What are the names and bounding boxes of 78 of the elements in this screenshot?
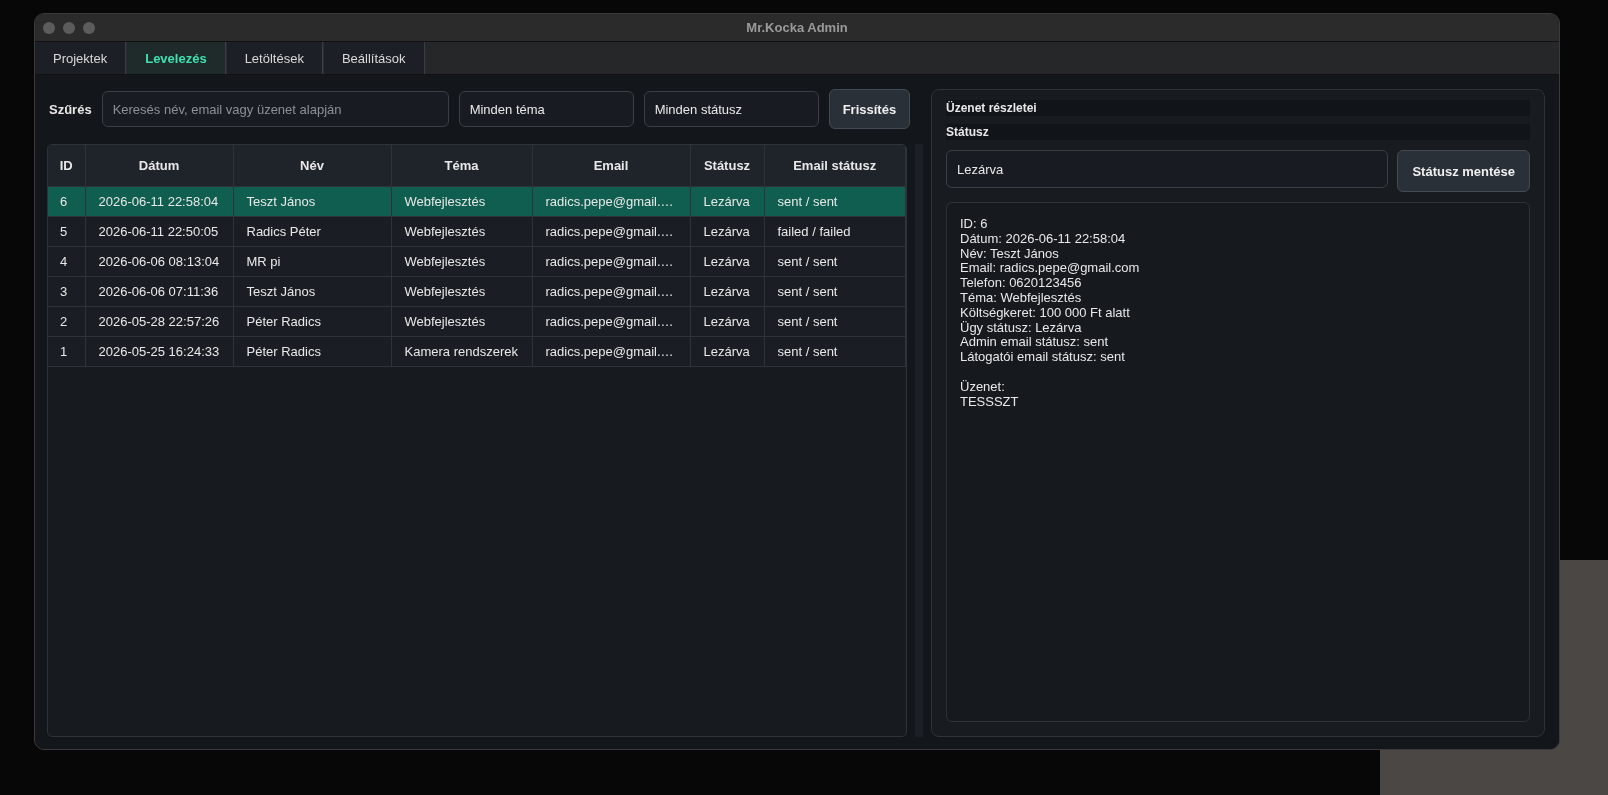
detail-line: Látogatói email státusz: sent bbox=[960, 349, 1125, 365]
detail-line: Téma: Webfejlesztés bbox=[960, 290, 1082, 305]
table-cell[interactable]: radics.pepe@gmail.… bbox=[532, 336, 690, 367]
details-title: Üzenet részletei bbox=[946, 101, 1037, 115]
column-header[interactable]: Email státusz bbox=[764, 145, 906, 187]
table-cell[interactable]: radics.pepe@gmail.… bbox=[532, 306, 690, 337]
table-cell[interactable]: radics.pepe@gmail.… bbox=[532, 246, 690, 277]
message-text: TESSSZT bbox=[960, 393, 1019, 409]
tab[interactable]: Levelezés bbox=[126, 42, 226, 74]
table-cell[interactable]: radics.pepe@gmail.… bbox=[532, 216, 690, 247]
table-cell[interactable]: sent / sent bbox=[764, 186, 906, 217]
table-cell[interactable]: failed / failed bbox=[764, 216, 906, 247]
table-cell[interactable]: 1 bbox=[48, 336, 85, 367]
table-cell[interactable]: Lezárva bbox=[690, 336, 764, 367]
table-cell[interactable]: Lezárva bbox=[690, 216, 764, 247]
table-cell[interactable]: Lezárva bbox=[690, 186, 764, 217]
table-cell[interactable]: 6 bbox=[48, 186, 85, 217]
table-cell[interactable]: Lezárva bbox=[690, 246, 764, 277]
table-cell[interactable]: Webfejlesztés bbox=[391, 216, 532, 247]
filter-label: Szűrés bbox=[48, 101, 92, 117]
table-cell[interactable]: 2026-06-06 08:13:04 bbox=[85, 246, 233, 277]
table-cell[interactable]: 5 bbox=[48, 216, 85, 247]
table-cell[interactable]: Webfejlesztés bbox=[391, 306, 532, 337]
topic-dropdown[interactable]: Minden téma bbox=[458, 91, 634, 127]
refresh-button[interactable]: Frissítés bbox=[828, 89, 911, 129]
column-header[interactable]: ID bbox=[48, 145, 85, 187]
minimize-button[interactable] bbox=[63, 21, 75, 34]
table-cell[interactable]: Webfejlesztés bbox=[391, 246, 532, 277]
table-cell[interactable]: sent / sent bbox=[764, 336, 906, 367]
detail-line: Név: Teszt János bbox=[960, 245, 1059, 261]
table-cell[interactable]: 2026-06-06 07:11:36 bbox=[85, 276, 233, 307]
table-cell[interactable]: 4 bbox=[48, 246, 85, 277]
message-label: Üzenet: bbox=[960, 378, 1005, 394]
zoom-button[interactable] bbox=[83, 21, 95, 34]
table-cell[interactable]: Kamera rendszerek bbox=[391, 336, 532, 367]
close-button[interactable] bbox=[43, 21, 55, 34]
table-cell[interactable]: 2 bbox=[48, 306, 85, 337]
detail-line: Telefon: 0620123456 bbox=[960, 275, 1082, 291]
table-cell[interactable]: Péter Radics bbox=[233, 336, 391, 367]
detail-line: Dátum: 2026-06-11 22:58:04 bbox=[960, 230, 1126, 246]
table-cell[interactable]: 3 bbox=[48, 276, 85, 307]
table-cell[interactable]: Teszt János bbox=[233, 276, 391, 307]
column-header[interactable]: Téma bbox=[391, 145, 532, 187]
table-cell[interactable]: 2026-06-11 22:58:04 bbox=[85, 186, 233, 217]
table-cell[interactable]: MR pi bbox=[233, 246, 391, 277]
table-cell[interactable]: Péter Radics bbox=[233, 306, 391, 337]
detail-line: Ügy státusz: Lezárva bbox=[960, 319, 1082, 335]
detail-line: Email: radics.pepe@gmail.com bbox=[960, 260, 1140, 276]
detail-line: Admin email státusz: sent bbox=[960, 334, 1109, 350]
save-status-button[interactable]: Státusz mentése bbox=[1397, 150, 1530, 192]
table-cell[interactable]: Webfejlesztés bbox=[391, 186, 532, 217]
tab[interactable]: Beállítások bbox=[322, 42, 425, 74]
table-cell[interactable]: radics.pepe@gmail.… bbox=[532, 276, 690, 307]
detail-line: Költségkeret: 100 000 Ft alatt bbox=[960, 304, 1130, 320]
table-cell[interactable]: 2026-05-28 22:57:26 bbox=[85, 306, 233, 337]
table-cell[interactable]: 2026-05-25 16:24:33 bbox=[85, 336, 233, 367]
window-title: Mr.Kocka Admin bbox=[746, 20, 848, 35]
status-label: Státusz bbox=[946, 125, 989, 139]
table-cell[interactable]: Webfejlesztés bbox=[391, 276, 532, 307]
status-dropdown[interactable]: Minden státusz bbox=[643, 91, 819, 127]
table-cell[interactable]: sent / sent bbox=[764, 306, 906, 337]
table-cell[interactable]: radics.pepe@gmail.… bbox=[532, 186, 690, 217]
tab[interactable]: Projektek bbox=[35, 42, 127, 74]
column-header[interactable]: Név bbox=[233, 145, 391, 187]
column-header[interactable]: Státusz bbox=[690, 145, 764, 187]
column-header[interactable]: Dátum bbox=[85, 145, 233, 187]
column-header[interactable]: Email bbox=[532, 145, 690, 187]
status-select[interactable]: Lezárva bbox=[946, 150, 1389, 188]
table-cell[interactable]: Lezárva bbox=[690, 306, 764, 337]
detail-line: ID: 6 bbox=[960, 216, 988, 231]
table-cell[interactable]: sent / sent bbox=[764, 276, 906, 307]
table-cell[interactable]: 2026-06-11 22:50:05 bbox=[85, 216, 233, 247]
table-cell[interactable]: Radics Péter bbox=[233, 216, 391, 247]
table-cell[interactable]: Teszt János bbox=[233, 186, 391, 217]
table-cell[interactable]: Lezárva bbox=[690, 276, 764, 307]
search-field[interactable]: Keresés név, email vagy üzenet alapján bbox=[101, 91, 449, 127]
table-cell[interactable]: sent / sent bbox=[764, 246, 906, 277]
tab[interactable]: Letöltések bbox=[225, 42, 323, 74]
